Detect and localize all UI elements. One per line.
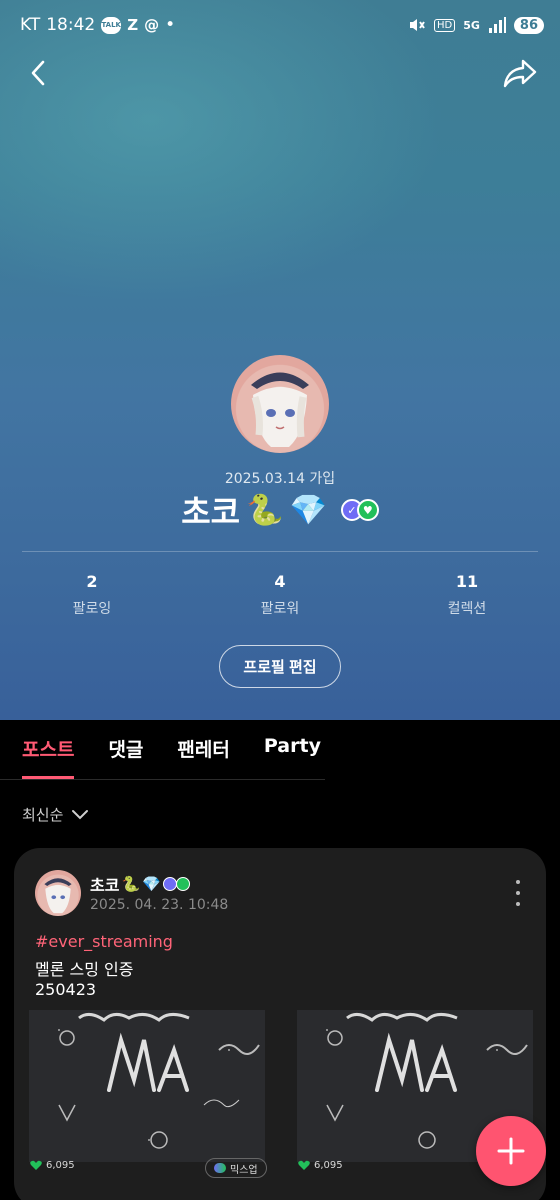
edit-profile-button[interactable]: 프로필 편집 <box>219 645 341 688</box>
like-count-value: 6,095 <box>46 1160 75 1171</box>
profile-name-row: 초코 🐍 💎 ✓ ♥ <box>0 487 560 533</box>
dot-icon: • <box>165 15 176 35</box>
snake-emoji: 🐍 <box>246 492 284 528</box>
chevron-down-icon <box>72 809 89 819</box>
album-art-image <box>29 1010 265 1162</box>
post-author-avatar[interactable] <box>35 870 81 916</box>
more-options-icon[interactable] <box>512 880 524 906</box>
sort-label: 최신순 <box>22 806 64 824</box>
profile-divider <box>22 551 538 552</box>
clock: 18:42 <box>46 15 96 35</box>
mixup-icon <box>214 1163 226 1173</box>
avatar-illustration <box>251 372 309 447</box>
heart-badge-icon <box>175 877 190 891</box>
content-tabs: 포스트 댓글 팬레터 Party <box>22 735 321 779</box>
carrier-label: KT <box>20 15 41 35</box>
kakaotalk-icon: TALK <box>101 16 122 34</box>
mixup-badge[interactable]: 믹스업 <box>205 1158 267 1178</box>
stat-collections[interactable]: 11 컬렉션 <box>407 572 527 618</box>
badge-group[interactable]: ✓ ♥ <box>340 499 379 521</box>
avatar-illustration <box>44 878 72 914</box>
diamond-emoji: 💎 <box>142 875 161 893</box>
post-date: 2025. 04. 23. 10:48 <box>90 897 229 913</box>
post-card[interactable]: 초코 🐍 💎 2025. 04. 23. 10:48 #ever_streami… <box>14 848 546 1200</box>
join-date: 2025.03.14 가입 <box>224 471 336 487</box>
snake-emoji: 🐍 <box>121 875 141 893</box>
share-button[interactable] <box>502 55 538 91</box>
z-app-icon: Z <box>127 16 139 34</box>
tabs-underline <box>0 779 325 780</box>
like-count[interactable]: 6,095 <box>30 1160 75 1171</box>
diamond-emoji: 💎 <box>289 492 327 528</box>
post-author-name: 초코 <box>90 876 120 895</box>
heart-badge-icon: ♥ <box>356 499 379 521</box>
post-text-line: 250423 <box>35 980 97 999</box>
stat-following[interactable]: 2 팔로잉 <box>32 572 152 618</box>
hd-icon: HD <box>433 18 456 32</box>
network-icon: 5G <box>463 18 480 32</box>
like-count-value: 6,095 <box>314 1160 343 1171</box>
post-hashtag[interactable]: #ever_streaming <box>35 932 173 951</box>
stat-value: 11 <box>455 572 479 591</box>
mixup-label: 믹스업 <box>230 1164 258 1176</box>
tab-fan-letters[interactable]: 팬레터 <box>177 735 229 779</box>
plus-icon <box>497 1137 525 1165</box>
post-author-row: 초코 🐍 💎 <box>90 872 190 896</box>
tab-comments[interactable]: 댓글 <box>108 735 143 779</box>
status-bar: KT 18:42 TALK Z @ • HD 5G 86 <box>20 10 544 40</box>
stat-followers[interactable]: 4 팔로워 <box>220 572 340 618</box>
signal-icon <box>488 17 506 33</box>
battery-indicator: 86 <box>513 16 544 34</box>
stat-label: 컬렉션 <box>447 601 487 617</box>
post-text-line: 멜론 스밍 인증 <box>35 960 134 979</box>
tab-party[interactable]: Party <box>264 735 321 779</box>
stat-label: 팔로잉 <box>72 601 112 617</box>
post-image[interactable] <box>29 1010 265 1162</box>
like-count[interactable]: 6,095 <box>298 1160 343 1171</box>
create-post-button[interactable] <box>476 1116 546 1186</box>
chevron-left-icon <box>31 60 45 86</box>
heart-icon <box>298 1160 310 1170</box>
stat-value: 4 <box>274 572 286 591</box>
sort-dropdown[interactable]: 최신순 <box>22 804 89 825</box>
threads-icon: @ <box>144 16 160 34</box>
verified-badge-icon <box>162 877 177 891</box>
heart-icon <box>30 1160 42 1170</box>
tab-posts[interactable]: 포스트 <box>22 735 75 779</box>
profile-name: 초코 <box>181 493 241 531</box>
stat-value: 2 <box>86 572 98 591</box>
share-arrow-icon <box>503 59 537 88</box>
mute-icon <box>409 19 425 31</box>
back-button[interactable] <box>20 55 56 91</box>
profile-avatar[interactable] <box>231 355 329 453</box>
stat-label: 팔로워 <box>260 601 300 617</box>
